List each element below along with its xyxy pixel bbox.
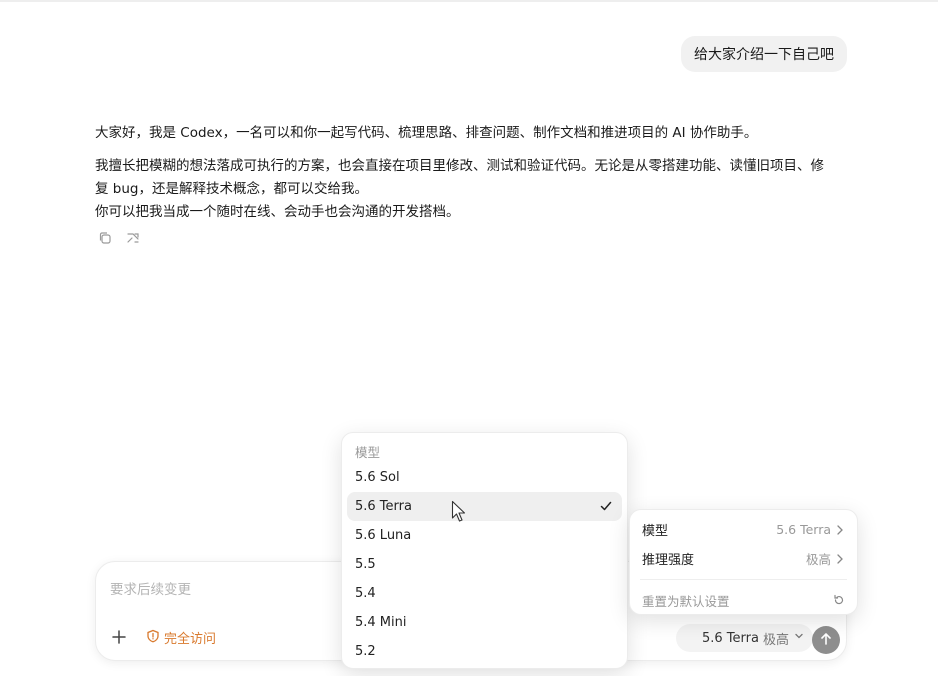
chevron-right-icon: [835, 553, 845, 565]
model-option[interactable]: 5.5: [347, 550, 622, 579]
model-option-selected[interactable]: 5.6 Terra: [347, 492, 622, 521]
plus-icon[interactable]: [110, 628, 128, 646]
model-menu: 模型 5.6 Sol 5.6 Terra 5.6 Luna 5.5 5.4 5.…: [341, 432, 628, 669]
model-option-label: 5.4: [355, 586, 376, 601]
reply-paragraph-1: 大家好，我是 Codex，一名可以和你一起写代码、梳理思路、排查问题、制作文档和…: [95, 125, 758, 141]
settings-reasoning-row[interactable]: 推理强度 极高: [630, 544, 857, 573]
send-button[interactable]: [812, 626, 840, 654]
settings-model-label: 模型: [642, 524, 669, 539]
model-option-label: 5.6 Luna: [355, 528, 412, 543]
model-option-label: 5.6 Sol: [355, 470, 400, 485]
model-option[interactable]: 5.6 Sol: [347, 463, 622, 492]
model-option-label: 5.5: [355, 557, 376, 572]
reset-defaults-row[interactable]: 重置为默认设置: [630, 586, 857, 615]
model-option[interactable]: 5.4 Mini: [347, 608, 622, 637]
mouse-cursor-icon: [451, 500, 467, 524]
reset-label: 重置为默认设置: [642, 594, 730, 609]
reply-paragraph-3: 你可以把我当成一个随时在线、会动手也会沟通的开发搭档。: [95, 204, 460, 220]
model-pill-level: 极高: [762, 632, 789, 648]
assistant-reply: 大家好，我是 Codex，一名可以和你一起写代码、梳理思路、排查问题、制作文档和…: [95, 122, 835, 224]
model-option-label: 5.2: [355, 644, 376, 659]
settings-menu: 模型 5.6 Terra 推理强度 极高 重置为默认设置: [629, 509, 858, 615]
chevron-right-icon: [835, 524, 845, 536]
model-option[interactable]: 5.2: [347, 637, 622, 666]
check-icon: [599, 499, 613, 513]
settings-model-value: 5.6 Terra: [776, 522, 831, 537]
divider: [640, 579, 847, 580]
user-message-text: 给大家介绍一下自己吧: [694, 47, 834, 63]
model-selector-button[interactable]: 5.6 Terra 极高: [676, 624, 813, 652]
model-menu-header: 模型: [355, 444, 381, 460]
access-label: 完全访问: [164, 632, 217, 647]
user-message-bubble: 给大家介绍一下自己吧: [681, 36, 847, 72]
fork-icon[interactable]: [125, 230, 141, 246]
top-border: [0, 0, 938, 2]
chevron-down-icon: [793, 630, 805, 646]
shield-icon: [146, 629, 160, 647]
copy-icon[interactable]: [97, 230, 113, 246]
model-option[interactable]: 5.6 Luna: [347, 521, 622, 550]
settings-reasoning-value: 极高: [805, 552, 831, 567]
model-option-label: 5.4 Mini: [355, 615, 407, 630]
model-option-label: 5.6 Terra: [355, 499, 412, 514]
settings-model-row[interactable]: 模型 5.6 Terra: [630, 515, 857, 544]
reply-paragraph-2: 我擅长把模糊的想法落成可执行的方案，也会直接在项目里修改、测试和验证代码。无论是…: [95, 158, 824, 197]
reply-actions: [97, 230, 141, 246]
model-pill-name: 5.6 Terra: [702, 630, 759, 646]
access-button[interactable]: 完全访问: [146, 628, 216, 647]
reset-icon: [833, 594, 845, 606]
arrow-up-icon: [819, 631, 833, 650]
composer-input[interactable]: 要求后续变更: [110, 578, 191, 598]
model-option[interactable]: 5.4: [347, 579, 622, 608]
settings-reasoning-label: 推理强度: [642, 553, 695, 568]
